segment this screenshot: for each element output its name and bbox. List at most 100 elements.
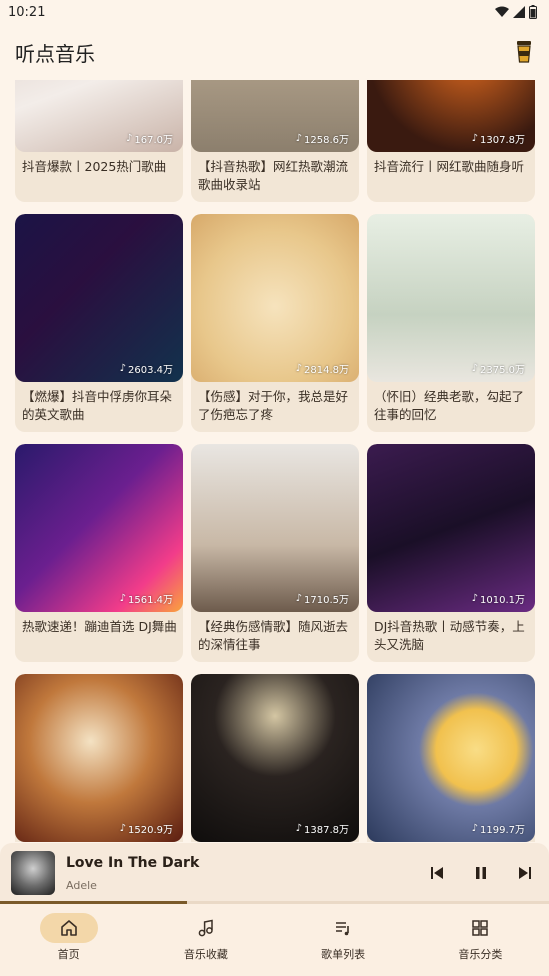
cover-image xyxy=(15,214,183,382)
music-note-icon: ♪ xyxy=(119,823,126,834)
album-cover[interactable] xyxy=(11,851,55,895)
playlist-card[interactable]: ♪ 2375.0万 （怀旧）经典老歌，勾起了往事的回忆 xyxy=(367,214,535,432)
playlist-grid: ♪ 167.0万 抖音爆款丨2025热门歌曲 ♪ 1258.6万 【抖音热歌】网红热歌潮流… xyxy=(15,80,535,842)
home-icon[interactable] xyxy=(39,913,98,943)
playlist-card[interactable]: ♪1199.7万解压良药: 舒缓惬意的轻音乐 xyxy=(367,674,535,842)
play-count-value: 1387.8万 xyxy=(304,825,349,836)
music-note-icon: ♪ xyxy=(471,133,478,144)
nav-label: 歌单列表 xyxy=(321,948,366,961)
playlist-card[interactable]: ♪1387.8万寂寞不打烊丨Disco专场 xyxy=(191,674,359,842)
nav-label: 音乐分类 xyxy=(458,948,503,961)
music-note-icon: ♪ xyxy=(471,363,478,374)
coffee-icon[interactable] xyxy=(513,41,535,63)
play-count: ♪ 2603.4万 xyxy=(116,359,177,378)
play-count-value: 1010.1万 xyxy=(480,595,525,606)
cover-image xyxy=(367,674,535,842)
wifi-icon xyxy=(495,6,509,17)
playlist-cover[interactable]: ♪ 1710.5万 xyxy=(191,444,359,612)
playlist-cover[interactable]: ♪ 1258.6万 xyxy=(191,80,359,152)
play-count-value: 1307.8万 xyxy=(480,135,525,146)
signal-icon xyxy=(513,6,525,18)
playlist-title: 抖音流行丨网红歌曲随身听 xyxy=(374,159,525,174)
music-note-icon: ♪ xyxy=(125,133,133,144)
playlist-title: DJ抖音热歌丨动感节奏，上头又洗脑 xyxy=(374,619,525,652)
playlist-cover[interactable]: ♪ 2375.0万 xyxy=(367,214,535,382)
status-time: 10:21 xyxy=(8,4,46,20)
playlist-title: 【经典伤感情歌】随风逝去的深情往事 xyxy=(198,619,349,652)
playlist-title: 【燃爆】抖音中俘虏你耳朵的英文歌曲 xyxy=(22,389,173,422)
play-count: ♪ 1710.5万 xyxy=(292,589,353,608)
playlist-cover[interactable]: ♪ 1307.8万 xyxy=(367,80,535,152)
playlist-card[interactable]: ♪ 1710.5万【经典伤感情歌】随风逝去的深情往事 xyxy=(191,444,359,662)
next-icon[interactable] xyxy=(515,863,535,883)
play-count-value: 1258.6万 xyxy=(304,135,349,146)
music-note-icon: ♪ xyxy=(295,823,302,834)
play-count-value: 1520.9万 xyxy=(128,825,173,836)
cover-image xyxy=(367,444,535,612)
music-note-icon: ♪ xyxy=(471,593,478,604)
playlist-cover[interactable]: ♪ 1561.4万 xyxy=(15,444,183,612)
playlist-title: 抖音爆款丨2025热门歌曲 xyxy=(22,159,167,174)
play-count: ♪ 1387.8万 xyxy=(292,819,353,838)
cover-image xyxy=(15,444,183,612)
cover-image xyxy=(15,674,183,842)
playlist-title: 热歌速递！蹦迪首选 DJ舞曲 xyxy=(22,619,177,634)
playlist-card[interactable]: ♪ 167.0万抖音爆款丨2025热门歌曲 xyxy=(15,80,183,202)
play-count: ♪ 1561.4万 xyxy=(116,589,177,608)
music-note-icon: ♪ xyxy=(471,823,478,834)
nav-item[interactable]: 音乐分类 xyxy=(425,913,535,962)
play-count-value: 1710.5万 xyxy=(304,595,349,606)
song-artist: Adele xyxy=(66,878,97,892)
playlist-cover[interactable]: ♪ 1199.7万 xyxy=(367,674,535,842)
app-bar: 听点音乐 xyxy=(0,24,549,80)
nav-item[interactable]: 音乐收藏 xyxy=(151,913,261,962)
now-playing-info[interactable]: Love In The Dark Adele xyxy=(66,855,427,892)
playlist-card[interactable]: ♪ 1307.8万抖音流行丨网红歌曲随身听 xyxy=(367,80,535,202)
play-count: ♪ 167.0万 xyxy=(122,129,177,148)
music-note-icon: ♪ xyxy=(295,133,302,144)
playlist-grid-viewport: ♪ 167.0万 抖音爆款丨2025热门歌曲 ♪ 1258.6万 【抖音热歌】网红热歌潮流… xyxy=(0,80,549,842)
player-controls xyxy=(427,863,535,883)
playlist-cover[interactable]: ♪ 2603.4万 xyxy=(15,214,183,382)
play-count-value: 2603.4万 xyxy=(128,365,173,376)
play-count-value: 2814.8万 xyxy=(304,365,349,376)
playlist-card[interactable]: ♪ 2603.4万【燃爆】抖音中俘虏你耳朵的英文歌曲 xyxy=(15,214,183,432)
playlist-card[interactable]: ♪ 1010.1万 DJ抖音热歌丨动感节奏，上头又洗脑 xyxy=(367,444,535,662)
app-title: 听点音乐 xyxy=(15,41,95,66)
bottom-nav: 首页 音乐收藏 歌单列表 音乐分类 xyxy=(0,904,549,976)
playlist-cover[interactable]: ♪ 1387.8万 xyxy=(191,674,359,842)
playlist-cover[interactable]: ♪ 1520.9万 xyxy=(15,674,183,842)
playlist-cover[interactable]: ♪ 2814.8万 xyxy=(191,214,359,382)
play-count-value: 2375.0万 xyxy=(480,365,525,376)
nav-label: 音乐收藏 xyxy=(183,948,228,961)
play-count: ♪ 2814.8万 xyxy=(292,359,353,378)
play-count-value: 1561.4万 xyxy=(128,595,173,606)
playlist-cover[interactable]: ♪ 167.0万 xyxy=(15,80,183,152)
play-count-value: 1199.7万 xyxy=(480,825,525,836)
playlist-card[interactable]: ♪ 2814.8万【伤感】对于你，我总是好了伤疤忘了疼 xyxy=(191,214,359,432)
status-icons xyxy=(495,5,537,19)
grid-icon[interactable] xyxy=(451,913,509,943)
status-bar: 10:21 xyxy=(0,0,549,24)
playlist-card[interactable]: ♪ 1561.4万热歌速递！蹦迪首选 DJ舞曲 xyxy=(15,444,183,662)
cover-image xyxy=(191,444,359,612)
cover-image xyxy=(191,674,359,842)
nav-item[interactable]: 首页 xyxy=(14,913,124,962)
playlist-icon[interactable] xyxy=(314,913,372,943)
music-note-icon[interactable] xyxy=(177,913,235,943)
music-note-icon: ♪ xyxy=(119,593,126,604)
music-note-icon: ♪ xyxy=(295,593,302,604)
play-count-value: 167.0万 xyxy=(134,135,173,146)
play-count: ♪ 1258.6万 xyxy=(292,129,353,148)
song-title: Love In The Dark xyxy=(66,854,200,871)
playlist-title: 【伤感】对于你，我总是好了伤疤忘了疼 xyxy=(198,389,349,422)
mini-player[interactable]: Love In The Dark Adele xyxy=(0,843,549,903)
playlist-card[interactable]: ♪ 1258.6万 【抖音热歌】网红热歌潮流歌曲收录站 xyxy=(191,80,359,202)
previous-icon[interactable] xyxy=(427,863,447,883)
playlist-cover[interactable]: ♪ 1010.1万 xyxy=(367,444,535,612)
nav-item[interactable]: 歌单列表 xyxy=(288,913,398,962)
playlist-card[interactable]: ♪1520.9万〔抖音〕超惊艳！网红国风歌曲 xyxy=(15,674,183,842)
play-count: ♪ 1520.9万 xyxy=(116,819,177,838)
battery-icon xyxy=(529,5,537,19)
pause-icon[interactable] xyxy=(471,863,491,883)
